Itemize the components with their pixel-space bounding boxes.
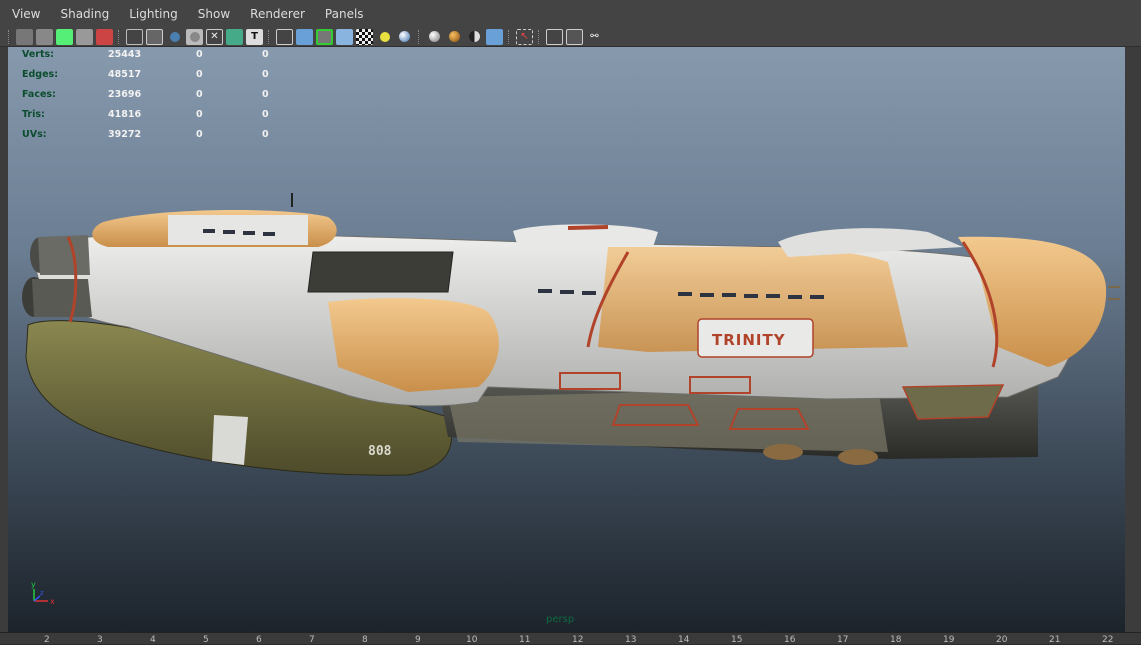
- ruler-tick: 21: [1049, 635, 1061, 645]
- hud-label: Faces:: [22, 89, 56, 100]
- hull-number: 808: [368, 444, 392, 459]
- ruler-tick: 4: [150, 635, 156, 645]
- sphere-icon[interactable]: [396, 29, 413, 45]
- isolate-select-icon[interactable]: ↖: [516, 28, 533, 45]
- texture-icon[interactable]: [226, 28, 243, 45]
- ruler-tick: 15: [731, 635, 743, 645]
- hud-value: 0: [196, 129, 203, 140]
- axis-label-z: z: [40, 589, 44, 597]
- hud-value: 0: [196, 69, 203, 80]
- ruler-tick: 11: [519, 635, 531, 645]
- hud-value: 0: [196, 49, 203, 60]
- xray-grid-icon[interactable]: [146, 28, 163, 45]
- grease-pencil-icon[interactable]: [96, 28, 113, 45]
- flat-shade-icon[interactable]: [186, 28, 203, 45]
- menu-lighting[interactable]: Lighting: [127, 5, 180, 23]
- camera-icon[interactable]: [16, 28, 33, 45]
- image-plane-icon[interactable]: [76, 28, 93, 45]
- hud-value: 39272: [108, 129, 142, 140]
- toolbar-separator: [418, 29, 421, 44]
- hud-value: 0: [196, 109, 203, 120]
- panel-left-border: [0, 47, 8, 632]
- ruler-tick: 10: [466, 635, 478, 645]
- cube-shaded-icon[interactable]: [296, 28, 313, 45]
- smooth-shade-icon[interactable]: [166, 29, 183, 45]
- panel-right-border: [1125, 47, 1141, 632]
- wireframe-icon[interactable]: [126, 28, 143, 45]
- toolbar-separator: [538, 29, 541, 44]
- component-icon[interactable]: ⚯: [586, 29, 603, 45]
- menu-view[interactable]: View: [10, 5, 42, 23]
- spaceship-model[interactable]: [8, 47, 1125, 632]
- light-icon[interactable]: [376, 29, 393, 45]
- time-slider-ruler[interactable]: 2 3 4 5 6 7 8 9 10 11 12 13 14 15 16 17 …: [0, 632, 1141, 645]
- hud-value: 0: [262, 109, 269, 120]
- menu-show[interactable]: Show: [196, 5, 232, 23]
- viewport-toolbar: ✕ T ↖ ⚯: [0, 27, 1141, 47]
- camera-attributes-icon[interactable]: [36, 28, 53, 45]
- ruler-tick: 16: [784, 635, 796, 645]
- ruler-tick: 18: [890, 635, 902, 645]
- ruler-tick: 6: [256, 635, 262, 645]
- menu-shading[interactable]: Shading: [58, 5, 111, 23]
- bounding-box-icon[interactable]: ✕: [206, 28, 223, 45]
- xray-icon[interactable]: [546, 28, 563, 45]
- cube-wire-icon[interactable]: [276, 28, 293, 45]
- toolbar-separator: [268, 29, 271, 44]
- text-icon[interactable]: T: [246, 28, 263, 45]
- hud-value: 0: [262, 49, 269, 60]
- xray-joints-icon[interactable]: [566, 28, 583, 45]
- hud-value: 48517: [108, 69, 142, 80]
- hud-value: 41816: [108, 109, 142, 120]
- ruler-tick: 14: [678, 635, 690, 645]
- toolbar-separator: [508, 29, 511, 44]
- ruler-tick: 19: [943, 635, 955, 645]
- toolbar-separator: [8, 29, 11, 44]
- ruler-tick: 17: [837, 635, 849, 645]
- hud-value: 0: [262, 89, 269, 100]
- ruler-tick: 13: [625, 635, 637, 645]
- hud-value: 25443: [108, 49, 142, 60]
- hull-logo: TRINITY: [712, 331, 786, 349]
- ruler-tick: 12: [572, 635, 584, 645]
- bookmark-icon[interactable]: [56, 28, 73, 45]
- ambient-occlusion-icon[interactable]: [446, 29, 463, 45]
- motion-blur-icon[interactable]: [466, 29, 483, 45]
- hud-value: 0: [262, 69, 269, 80]
- ruler-tick: 20: [996, 635, 1008, 645]
- ruler-tick: 22: [1102, 635, 1114, 645]
- hud-label: Edges:: [22, 69, 58, 80]
- ruler-tick: 3: [97, 635, 103, 645]
- hud-label: Verts:: [22, 49, 54, 60]
- axis-gizmo-icon: y x z: [31, 580, 55, 606]
- anti-alias-icon[interactable]: [486, 28, 503, 45]
- ruler-tick: 2: [44, 635, 50, 645]
- ruler-tick: 8: [362, 635, 368, 645]
- ruler-tick: 7: [309, 635, 315, 645]
- viewport-menubar: View Shading Lighting Show Renderer Pane…: [0, 0, 1141, 27]
- hud-value: 0: [196, 89, 203, 100]
- hud-value: 0: [262, 129, 269, 140]
- shadow-icon[interactable]: [426, 29, 443, 45]
- menu-renderer[interactable]: Renderer: [248, 5, 307, 23]
- cube-default-icon[interactable]: [336, 28, 353, 45]
- checker-icon[interactable]: [356, 28, 373, 45]
- ruler-tick: 9: [415, 635, 421, 645]
- axis-label-x: x: [50, 597, 55, 606]
- hud-label: Tris:: [22, 109, 45, 120]
- axis-label-y: y: [31, 580, 36, 589]
- toolbar-separator: [118, 29, 121, 44]
- cube-selected-icon[interactable]: [316, 28, 333, 45]
- menu-panels[interactable]: Panels: [323, 5, 366, 23]
- 3d-viewport[interactable]: TRINITY 808 Verts: 25443 0 0 Edges: 4851…: [8, 47, 1125, 632]
- camera-name-label: persp: [546, 614, 575, 625]
- ruler-tick: 5: [203, 635, 209, 645]
- hud-value: 23696: [108, 89, 142, 100]
- hud-label: UVs:: [22, 129, 47, 140]
